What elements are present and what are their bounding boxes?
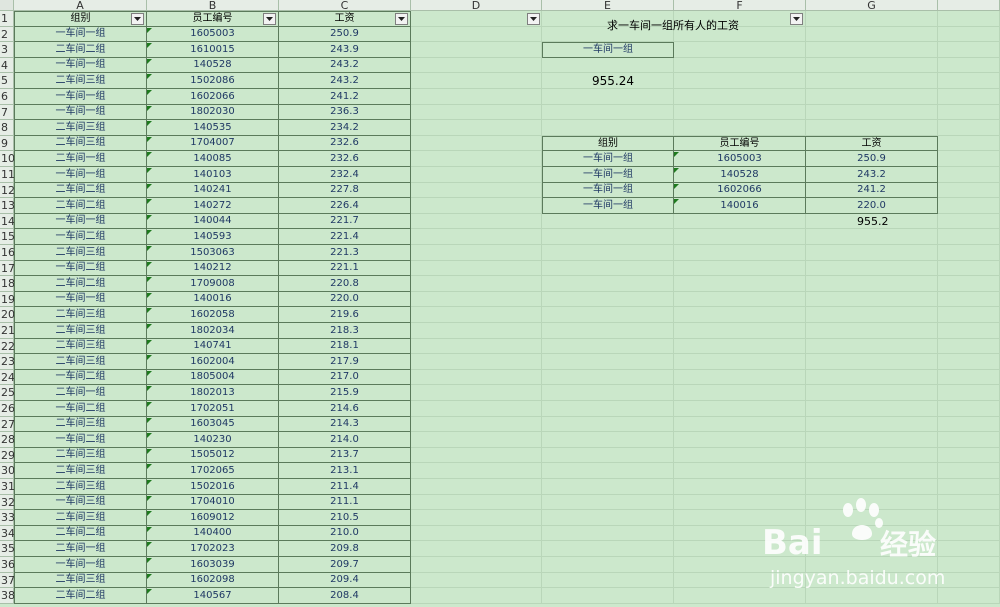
watermark-brand-tail: 经验 — [880, 528, 936, 561]
panel-title: 求一车间一组所有人的工资 — [607, 19, 739, 32]
watermark-brand: Bai — [762, 523, 823, 563]
watermark-url: jingyan.baidu.com — [769, 567, 945, 589]
result-total[interactable]: 955.2 — [857, 216, 889, 227]
spreadsheet: A B C D E F G 1 2 3 4 5 6 7 8 9 10 11 12 13 14 15 16 17 18 19 20 21… — [0, 0, 1000, 607]
formula-result[interactable]: 955.24 — [592, 75, 634, 87]
sheet-overlay: 求一车间一组所有人的工资 955.24 955.2 Bai 经验 jingyan… — [0, 0, 1000, 607]
baidu-jingyan-watermark: Bai 经验 jingyan.baidu.com — [760, 498, 1000, 607]
paw-logo-icon — [843, 498, 883, 540]
